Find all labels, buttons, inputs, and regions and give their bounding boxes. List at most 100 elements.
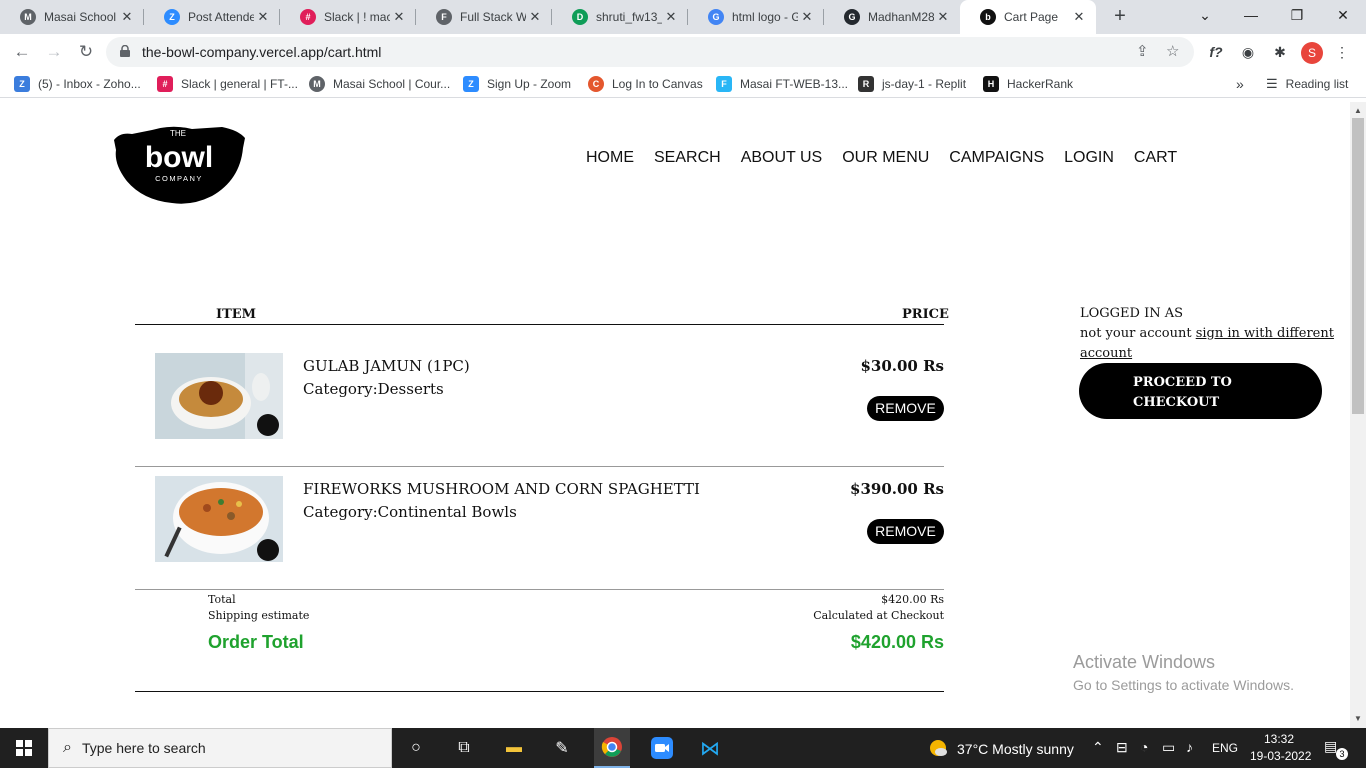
nav-about-us[interactable]: ABOUT US xyxy=(741,149,823,167)
browser-tab[interactable]: Z Post Attendee ✕ xyxy=(144,0,280,34)
scroll-down-arrow-icon[interactable]: ▼ xyxy=(1354,714,1362,723)
reading-list-button[interactable]: ☰ Reading list xyxy=(1266,75,1348,93)
file-explorer-icon[interactable]: ▬ xyxy=(502,736,526,760)
tray-overflow-icon[interactable]: ⌃ xyxy=(1092,739,1104,756)
nav-home[interactable]: HOME xyxy=(586,149,634,167)
tab-favicon-icon: # xyxy=(300,9,316,25)
masai-icon: F xyxy=(716,76,732,92)
cortana-icon[interactable]: ○ xyxy=(404,736,428,760)
browser-tab[interactable]: F Full Stack Web ✕ xyxy=(416,0,552,34)
order-total-label: Order Total xyxy=(208,632,304,652)
page-scrollbar[interactable]: ▲ ▼ xyxy=(1350,102,1366,728)
address-bar[interactable]: the-bowl-company.vercel.app/cart.html ⇪ … xyxy=(106,37,1194,67)
zoom-app-icon[interactable] xyxy=(650,736,674,760)
reading-list-label: Reading list xyxy=(1285,77,1349,91)
chrome-app-icon[interactable] xyxy=(594,728,630,768)
paint-app-icon[interactable]: ✎ xyxy=(550,736,574,760)
bookmark-item[interactable]: F Masai FT-WEB-13... xyxy=(716,75,848,93)
proceed-to-checkout-button[interactable]: PROCEED TO CHECKOUT xyxy=(1079,363,1322,419)
tab-close-icon[interactable]: ✕ xyxy=(526,9,544,25)
restore-button[interactable]: ❐ xyxy=(1274,0,1320,30)
nav-cart[interactable]: CART xyxy=(1134,149,1177,167)
tab-close-icon[interactable]: ✕ xyxy=(934,9,952,25)
close-window-button[interactable]: ✕ xyxy=(1320,0,1366,30)
nav-campaigns[interactable]: CAMPAIGNS xyxy=(949,149,1044,167)
taskbar-search-box[interactable]: ⌕ Type here to search xyxy=(48,728,392,768)
clock-time[interactable]: 13:32 xyxy=(1264,732,1294,746)
nav-login[interactable]: LOGIN xyxy=(1064,149,1114,167)
formula-extension-icon[interactable]: f? xyxy=(1206,42,1226,62)
bookmark-item[interactable]: Z Sign Up - Zoom xyxy=(463,75,571,93)
task-view-icon[interactable]: ⧉ xyxy=(452,736,476,760)
total-label: Total xyxy=(208,593,236,606)
tab-close-icon[interactable]: ✕ xyxy=(118,9,136,25)
battery-icon[interactable]: ▭ xyxy=(1162,739,1175,756)
bookmark-item[interactable]: # Slack | general | FT-... xyxy=(157,75,298,93)
bookmark-label: Masai School | Cour... xyxy=(333,77,451,91)
tab-favicon-icon: G xyxy=(844,9,860,25)
menu-kebab-icon[interactable]: ⋮ xyxy=(1332,42,1352,62)
weather-icon[interactable] xyxy=(926,736,950,760)
remove-item-button[interactable]: REMOVE xyxy=(867,519,944,544)
extensions-puzzle-icon[interactable]: ✱ xyxy=(1270,42,1290,62)
bookmark-star-icon[interactable]: ☆ xyxy=(1166,42,1179,60)
back-button[interactable]: ← xyxy=(10,41,34,65)
tab-close-icon[interactable]: ✕ xyxy=(662,9,680,25)
browser-tab[interactable]: G MadhanM282 ✕ xyxy=(824,0,960,34)
tab-title: Cart Page xyxy=(1004,10,1059,24)
bookmark-item[interactable]: Rjs-day-1 - Replit xyxy=(858,75,966,93)
sign-in-different-link-cont[interactable]: account xyxy=(1080,346,1132,361)
nav-our-menu[interactable]: OUR MENU xyxy=(842,149,929,167)
bookmark-item[interactable]: H HackerRank xyxy=(983,75,1073,93)
browser-tab-active[interactable]: b Cart Page ✕ xyxy=(960,0,1096,34)
bookmark-item[interactable]: Z (5) - Inbox - Zoho... xyxy=(14,75,141,93)
clock-date[interactable]: 19-03-2022 xyxy=(1250,749,1311,763)
tab-search-button[interactable]: ⌄ xyxy=(1182,0,1228,30)
share-icon[interactable]: ⇪ xyxy=(1136,42,1149,60)
bookmark-label: Masai FT-WEB-13... xyxy=(740,77,849,91)
remove-item-button[interactable]: REMOVE xyxy=(867,396,944,421)
cart-item-category: Category:Continental Bowls xyxy=(303,503,517,521)
browser-tab[interactable]: D shruti_fw13_4 ✕ xyxy=(552,0,688,34)
browser-tab-strip: M Masai School ✕ Z Post Attendee ✕ # Sla… xyxy=(0,0,1366,34)
device-icon[interactable]: ⊟ xyxy=(1116,739,1128,756)
bookmark-item[interactable]: C Log In to Canvas xyxy=(588,75,703,93)
language-indicator[interactable]: ENG xyxy=(1212,741,1238,755)
profile-avatar[interactable]: S xyxy=(1301,42,1323,64)
bookmark-item[interactable]: M Masai School | Cour... xyxy=(309,75,450,93)
new-tab-button[interactable]: + xyxy=(1108,5,1132,29)
tab-title: Post Attendee xyxy=(188,10,254,24)
globe-icon: M xyxy=(309,76,325,92)
volume-icon[interactable]: ♪ xyxy=(1186,739,1193,755)
wifi-icon[interactable]: ◔ xyxy=(1140,739,1148,755)
bowl-company-logo[interactable]: THE bowl COMPANY xyxy=(112,120,246,204)
vscode-app-icon[interactable]: ⋈ xyxy=(698,736,722,760)
forward-button[interactable]: → xyxy=(42,41,66,65)
bookmarks-overflow-button[interactable]: » xyxy=(1236,75,1244,93)
sign-in-different-link[interactable]: sign in with different xyxy=(1196,326,1334,341)
minimize-button[interactable]: — xyxy=(1228,0,1274,30)
browser-tab[interactable]: G html logo - G ✕ xyxy=(688,0,824,34)
scrollbar-thumb[interactable] xyxy=(1352,118,1364,414)
bookmark-label: Sign Up - Zoom xyxy=(487,77,572,91)
scroll-up-arrow-icon[interactable]: ▲ xyxy=(1354,106,1362,115)
bookmark-label: Slack | general | FT-... xyxy=(181,77,298,91)
windows-start-icon[interactable] xyxy=(12,736,36,760)
tab-favicon-icon: G xyxy=(708,9,724,25)
replit-icon: R xyxy=(858,76,874,92)
footer-divider xyxy=(135,691,944,692)
tab-title: shruti_fw13_4 xyxy=(596,10,662,24)
notification-count-badge: 3 xyxy=(1336,748,1348,760)
weather-text[interactable]: 37°C Mostly sunny xyxy=(957,741,1074,757)
browser-tab[interactable]: # Slack | ! mac_ ✕ xyxy=(280,0,416,34)
reload-button[interactable]: ↻ xyxy=(74,41,98,65)
nav-search[interactable]: SEARCH xyxy=(654,149,721,167)
tab-favicon-icon: b xyxy=(980,9,996,25)
tab-close-icon[interactable]: ✕ xyxy=(390,9,408,25)
tab-close-icon[interactable]: ✕ xyxy=(254,9,272,25)
browser-tab[interactable]: M Masai School ✕ xyxy=(0,0,144,34)
reading-list-icon: ☰ xyxy=(1266,76,1278,91)
record-extension-icon[interactable]: ◉ xyxy=(1238,42,1258,62)
tab-close-icon[interactable]: ✕ xyxy=(1070,9,1088,25)
tab-close-icon[interactable]: ✕ xyxy=(798,9,816,25)
